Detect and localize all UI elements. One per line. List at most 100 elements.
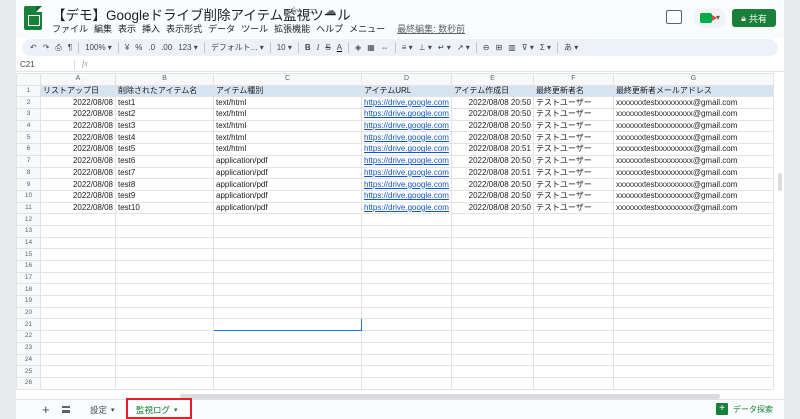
cell[interactable]: 2022/08/08 bbox=[40, 119, 116, 133]
cell[interactable] bbox=[361, 283, 452, 297]
cell[interactable] bbox=[532, 341, 614, 355]
cell[interactable] bbox=[40, 330, 116, 343]
borders-icon[interactable]: ▦ bbox=[367, 43, 375, 52]
cell[interactable] bbox=[612, 341, 774, 355]
cell[interactable]: 2022/08/08 bbox=[40, 178, 116, 191]
cell[interactable]: アイテム種別 bbox=[213, 84, 362, 98]
cell[interactable] bbox=[115, 260, 214, 273]
cell[interactable] bbox=[612, 213, 774, 226]
cell[interactable] bbox=[213, 248, 362, 261]
print-icon[interactable]: ⎙ bbox=[55, 43, 61, 53]
cell[interactable] bbox=[612, 295, 774, 308]
column-header[interactable]: D bbox=[361, 73, 452, 86]
row-header[interactable]: 10 bbox=[16, 189, 41, 203]
insert-comment-icon[interactable]: ⊞ bbox=[495, 43, 502, 52]
cell[interactable] bbox=[532, 283, 614, 297]
cell[interactable] bbox=[532, 306, 614, 320]
menu-custom[interactable]: メニュー bbox=[349, 22, 385, 35]
menu-edit[interactable]: 編集 bbox=[94, 22, 112, 35]
cell[interactable]: アイテム作成日 bbox=[450, 84, 534, 98]
cell[interactable]: 2022/08/08 20:50 bbox=[450, 178, 534, 191]
last-edit-link[interactable]: 最終編集: 数秒前 bbox=[397, 22, 465, 35]
cell[interactable] bbox=[40, 306, 116, 320]
cell[interactable] bbox=[213, 271, 362, 285]
cell[interactable] bbox=[115, 248, 214, 261]
cell[interactable]: text/html bbox=[213, 119, 362, 133]
row-header[interactable]: 3 bbox=[16, 108, 41, 121]
cell[interactable] bbox=[612, 248, 774, 261]
cell[interactable]: test7 bbox=[115, 166, 214, 180]
row-header[interactable]: 4 bbox=[16, 119, 41, 133]
cell[interactable] bbox=[213, 341, 362, 355]
menu-insert[interactable]: 挿入 bbox=[142, 22, 160, 35]
comment-history-icon[interactable] bbox=[666, 10, 682, 24]
cell[interactable] bbox=[115, 236, 214, 250]
cell[interactable]: 削除されたアイテム名 bbox=[115, 84, 214, 98]
cell[interactable] bbox=[40, 236, 116, 250]
filter-icon[interactable]: ⊽ ▾ bbox=[522, 43, 534, 52]
vertical-align-icon[interactable]: ⊥ ▾ bbox=[419, 43, 432, 52]
cell[interactable]: https://drive.google.com bbox=[361, 119, 452, 133]
select-all-corner[interactable] bbox=[16, 73, 41, 86]
cell[interactable]: 2022/08/08 bbox=[40, 154, 116, 168]
cell[interactable]: テストユーザー bbox=[532, 166, 614, 180]
cell[interactable] bbox=[213, 318, 362, 332]
text-wrap-icon[interactable]: ↵ ▾ bbox=[438, 43, 451, 52]
sheets-logo-icon[interactable] bbox=[24, 6, 42, 30]
row-header[interactable]: 25 bbox=[16, 365, 41, 378]
cell[interactable] bbox=[115, 271, 214, 285]
cell[interactable] bbox=[115, 224, 214, 238]
cell[interactable] bbox=[40, 260, 116, 273]
font-select[interactable]: デフォルト... ▾ bbox=[211, 42, 264, 53]
cell[interactable] bbox=[612, 224, 774, 238]
strikethrough-button[interactable]: S bbox=[325, 43, 330, 52]
cell[interactable] bbox=[612, 353, 774, 367]
cell[interactable]: テストユーザー bbox=[532, 189, 614, 203]
cell[interactable] bbox=[115, 295, 214, 308]
cell[interactable] bbox=[361, 236, 452, 250]
cell[interactable] bbox=[361, 376, 452, 390]
menu-format[interactable]: 表示形式 bbox=[166, 22, 202, 35]
menu-tools[interactable]: ツール bbox=[241, 22, 268, 35]
menu-help[interactable]: ヘルプ bbox=[316, 22, 343, 35]
cell[interactable]: 最終更新者名 bbox=[532, 84, 614, 98]
cell[interactable] bbox=[361, 224, 452, 238]
cell[interactable]: xxxxxxxtestxxxxxxxxx@gmail.com bbox=[612, 154, 774, 168]
cell[interactable] bbox=[532, 376, 614, 390]
meet-button[interactable]: ▾ bbox=[694, 8, 726, 28]
cell[interactable]: 2022/08/08 bbox=[40, 189, 116, 203]
cell[interactable]: test8 bbox=[115, 178, 214, 191]
cell[interactable]: application/pdf bbox=[213, 189, 362, 203]
cell[interactable]: テストユーザー bbox=[532, 201, 614, 215]
font-size-select[interactable]: 10 ▾ bbox=[277, 43, 292, 52]
cell[interactable]: 2022/08/08 20:50 bbox=[450, 131, 534, 145]
cell[interactable] bbox=[612, 318, 774, 332]
cell[interactable] bbox=[532, 248, 614, 261]
cell[interactable] bbox=[612, 271, 774, 285]
cell[interactable]: https://drive.google.com bbox=[361, 96, 452, 110]
cell[interactable] bbox=[450, 365, 534, 378]
cell[interactable]: 2022/08/08 bbox=[40, 96, 116, 110]
cell[interactable]: テストユーザー bbox=[532, 178, 614, 191]
row-header[interactable]: 2 bbox=[16, 96, 41, 110]
cell[interactable]: test1 bbox=[115, 96, 214, 110]
cell[interactable] bbox=[361, 353, 452, 367]
cell[interactable] bbox=[612, 260, 774, 273]
cell[interactable]: https://drive.google.com bbox=[361, 154, 452, 168]
row-header[interactable]: 17 bbox=[16, 271, 41, 285]
cell[interactable] bbox=[213, 330, 362, 343]
row-header[interactable]: 26 bbox=[16, 376, 41, 390]
cell[interactable]: xxxxxxxtestxxxxxxxxx@gmail.com bbox=[612, 143, 774, 156]
cell[interactable] bbox=[361, 318, 452, 332]
sheet-tab-settings[interactable]: 設定 ▾ bbox=[90, 404, 115, 416]
cell[interactable]: xxxxxxxtestxxxxxxxxx@gmail.com bbox=[612, 178, 774, 191]
cell[interactable] bbox=[361, 306, 452, 320]
cell[interactable]: テストユーザー bbox=[532, 131, 614, 145]
increase-decimal-button[interactable]: .00 bbox=[161, 43, 172, 52]
cell[interactable] bbox=[361, 213, 452, 226]
cell[interactable] bbox=[532, 353, 614, 367]
cell[interactable] bbox=[213, 306, 362, 320]
cell[interactable] bbox=[450, 306, 534, 320]
cell[interactable] bbox=[213, 224, 362, 238]
row-header[interactable]: 24 bbox=[16, 353, 41, 367]
